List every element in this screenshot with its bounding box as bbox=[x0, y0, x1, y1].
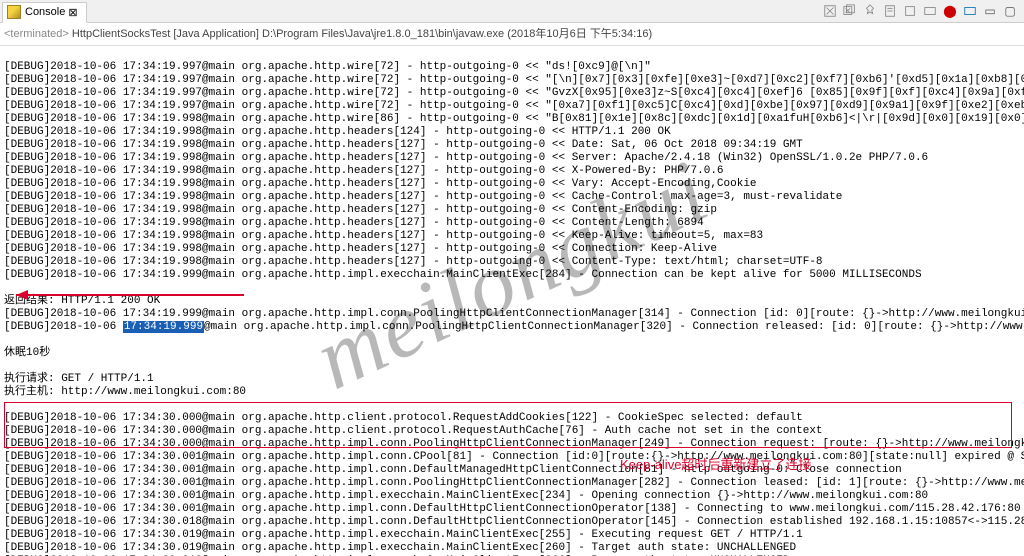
log-line: [DEBUG]2018-10-06 17:34:30.001@main org.… bbox=[4, 503, 1021, 515]
process-title: HttpClientSocksTest [Java Application] D… bbox=[72, 28, 652, 40]
termination-line: <terminated> HttpClientSocksTest [Java A… bbox=[0, 23, 1024, 46]
log-line: [DEBUG]2018-10-06 17:34:19.999@main org.… bbox=[4, 308, 1024, 320]
log-line: 休眠10秒 bbox=[4, 347, 50, 359]
new-console-icon[interactable]: ⬤ bbox=[942, 3, 958, 19]
scroll-lock-icon[interactable] bbox=[882, 3, 898, 19]
log-line: [DEBUG]2018-10-06 17:34:30.001@main org.… bbox=[4, 451, 1024, 463]
console-output[interactable]: [DEBUG]2018-10-06 17:34:19.997@main org.… bbox=[0, 46, 1024, 556]
remove-all-icon[interactable] bbox=[842, 3, 858, 19]
log-line: [DEBUG]2018-10-06 17:34:30.019@main org.… bbox=[4, 542, 796, 554]
log-line: [DEBUG]2018-10-06 17:34:19.999@main org.… bbox=[4, 269, 922, 281]
open-console-icon[interactable] bbox=[962, 3, 978, 19]
log-line: [DEBUG]2018-10-06 17:34:19.997@main org.… bbox=[4, 87, 1024, 99]
log-line: [DEBUG]2018-10-06 17:34:19.998@main org.… bbox=[4, 217, 704, 229]
selected-timestamp: 17:34:19.999 bbox=[123, 321, 204, 333]
log-line: [DEBUG]2018-10-06 17:34:19.998@main org.… bbox=[4, 139, 803, 151]
console-tab[interactable]: Console ⊠ bbox=[2, 2, 87, 23]
minimize-icon[interactable]: ▭ bbox=[982, 3, 998, 19]
clear-icon[interactable] bbox=[902, 3, 918, 19]
console-tab-label: Console bbox=[25, 6, 65, 18]
log-line: [DEBUG]2018-10-06 17:34:19.998@main org.… bbox=[4, 113, 1024, 125]
log-line: [DEBUG]2018-10-06 17:34:19.998@main org.… bbox=[4, 204, 717, 216]
log-line: [DEBUG]2018-10-06 17:34:30.001@main org.… bbox=[4, 477, 1024, 489]
console-toolbar: ⬤ ▭ ▢ bbox=[822, 3, 1024, 19]
maximize-icon[interactable]: ▢ bbox=[1002, 3, 1018, 19]
log-line: [DEBUG]2018-10-06 17:34:30.001@main org.… bbox=[4, 490, 928, 502]
log-line: [DEBUG]2018-10-06 17:34:19.998@main org.… bbox=[4, 178, 757, 190]
log-line: [DEBUG]2018-10-06 17:34:19.997@main org.… bbox=[4, 74, 1024, 86]
console-icon bbox=[7, 5, 21, 19]
log-line: 返回结果: HTTP/1.1 200 OK bbox=[4, 295, 160, 307]
log-line: [DEBUG]2018-10-06 17:34:30.000@main org.… bbox=[4, 412, 803, 424]
pin-icon[interactable] bbox=[862, 3, 878, 19]
log-line: [DEBUG]2018-10-06 17:34:19.998@main org.… bbox=[4, 230, 763, 242]
log-line: [DEBUG]2018-10-06 17:34:30.000@main org.… bbox=[4, 425, 823, 437]
annotation-red-text: Keep-alive超时后重新建立了连接 bbox=[620, 454, 811, 473]
log-line: @main org.apache.http.impl.conn.PoolingH… bbox=[204, 321, 1024, 333]
log-line: [DEBUG]2018-10-06 17:34:19.997@main org.… bbox=[4, 61, 651, 73]
display-icon[interactable] bbox=[922, 3, 938, 19]
log-line: [DEBUG]2018-10-06 17:34:19.998@main org.… bbox=[4, 243, 717, 255]
log-line: [DEBUG]2018-10-06 17:34:30.000@main org.… bbox=[4, 438, 1024, 450]
log-line: [DEBUG]2018-10-06 17:34:19.997@main org.… bbox=[4, 100, 1024, 112]
view-tabbar: Console ⊠ ⬤ ▭ ▢ bbox=[0, 0, 1024, 23]
log-line: [DEBUG]2018-10-06 17:34:19.998@main org.… bbox=[4, 126, 671, 138]
terminated-label: <terminated> bbox=[4, 28, 69, 40]
log-line: [DEBUG]2018-10-06 17:34:30.018@main org.… bbox=[4, 516, 1024, 528]
log-line: [DEBUG]2018-10-06 17:34:19.998@main org.… bbox=[4, 165, 724, 177]
log-line: [DEBUG]2018-10-06 17:34:19.998@main org.… bbox=[4, 191, 842, 203]
log-line: [DEBUG]2018-10-06 17:34:30.019@main org.… bbox=[4, 529, 803, 541]
log-line: [DEBUG]2018-10-06 17:34:19.998@main org.… bbox=[4, 256, 823, 268]
log-line: 执行请求: GET / HTTP/1.1 bbox=[4, 373, 154, 385]
remove-launch-icon[interactable] bbox=[822, 3, 838, 19]
log-line: [DEBUG]2018-10-06 17:34:19.998@main org.… bbox=[4, 152, 928, 164]
log-line: 执行主机: http://www.meilongkui.com:80 bbox=[4, 386, 246, 398]
